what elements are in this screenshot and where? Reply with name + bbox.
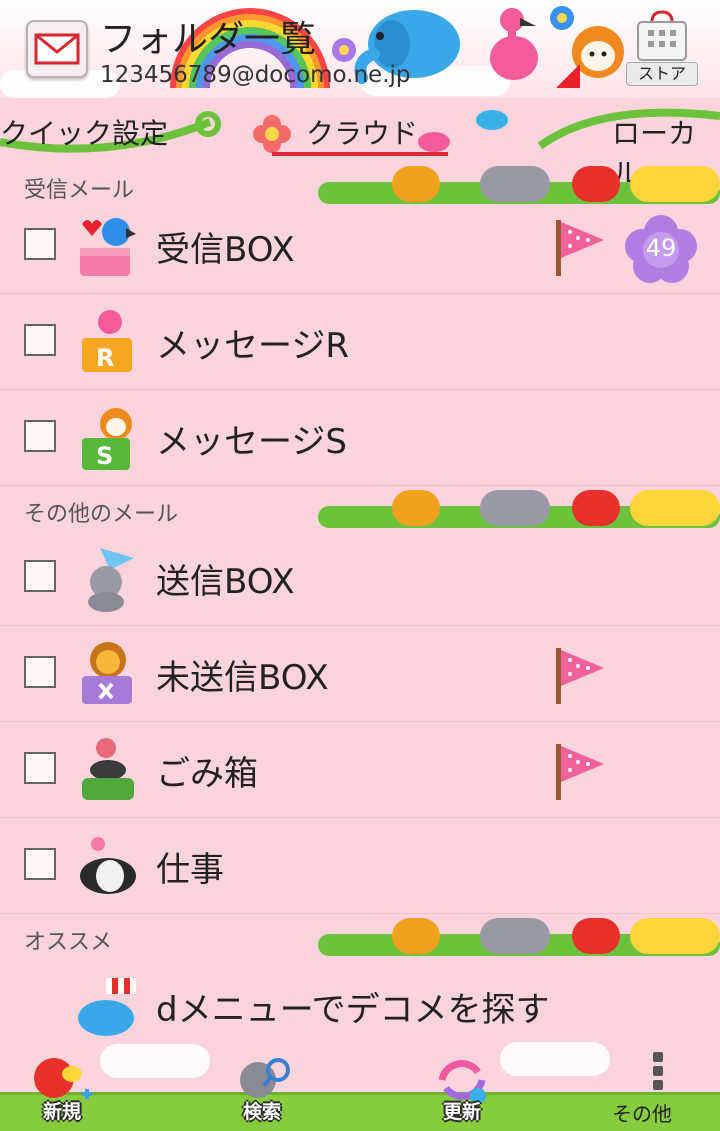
giraffe-decoration (630, 166, 720, 202)
store-label: ストア (626, 62, 698, 86)
parrot-decoration (572, 166, 620, 202)
store-button[interactable]: ストア (626, 10, 698, 86)
folder-checkbox[interactable] (24, 228, 56, 260)
envelope-icon (34, 33, 80, 65)
section-header-recommend: オススメ (0, 916, 720, 958)
elephant-shop-icon (78, 978, 136, 1036)
corner-indicator (556, 64, 580, 88)
folder-label: 受信BOX (156, 230, 295, 270)
section-label: その他のメール (24, 502, 179, 527)
folder-checkbox[interactable] (24, 420, 56, 452)
flag-icon[interactable] (548, 740, 608, 802)
lion-decoration (392, 490, 440, 526)
giraffe-decoration (630, 918, 720, 954)
cloud-decoration (100, 1044, 210, 1078)
parrot-decoration (572, 918, 620, 954)
raccoon-plane-icon (88, 548, 134, 612)
unread-count: 49 (645, 234, 677, 262)
svg-text:R: R (96, 344, 114, 372)
raccoon-decoration (480, 918, 550, 954)
cloud-decoration (500, 1042, 610, 1076)
raccoon-decoration (480, 490, 550, 526)
flag-icon[interactable] (548, 216, 608, 278)
new-label: 新規 (42, 1101, 81, 1123)
folder-row-sent[interactable]: 送信BOX (0, 530, 720, 626)
flower-decoration (550, 6, 574, 30)
account-address: 123456789@docomo.ne.jp (100, 62, 411, 88)
section-label: オススメ (24, 930, 113, 955)
flower-decoration (332, 38, 356, 62)
search-button[interactable]: 検索 (212, 1050, 312, 1130)
folder-checkbox[interactable] (24, 560, 56, 592)
folder-row-message-s[interactable]: S メッセージS (0, 390, 720, 486)
overflow-menu-icon[interactable] (652, 1052, 664, 1092)
app-header: フォルダ一覧 123456789@docomo.ne.jp ストア (0, 0, 720, 98)
mail-button[interactable] (26, 20, 88, 78)
monkey-s-icon: S (82, 408, 132, 470)
lion-box-icon (82, 642, 132, 704)
other-menu-label[interactable]: その他 (612, 1098, 672, 1127)
folder-row-unsent[interactable]: 未送信BOX (0, 626, 720, 722)
tab-quick-settings[interactable]: クイック設定 (0, 112, 168, 152)
shopping-bag-icon (637, 10, 687, 61)
giraffe-decoration (630, 490, 720, 526)
active-tab-indicator (272, 152, 448, 156)
folder-row-trash[interactable]: ごみ箱 (0, 722, 720, 818)
folder-label: 未送信BOX (156, 658, 329, 698)
raccoon-decoration (480, 166, 550, 202)
folder-row-work[interactable]: 仕事 (0, 818, 720, 914)
folder-label: 仕事 (156, 850, 224, 890)
section-header-other: その他のメール (0, 488, 720, 530)
unread-badge: 49 (622, 214, 700, 284)
flamingo-decoration (490, 8, 538, 80)
folder-label: メッセージR (156, 326, 349, 366)
flamingo-r-icon: R (82, 310, 132, 372)
folder-label: メッセージS (156, 422, 347, 462)
new-button[interactable]: 新規 (12, 1050, 112, 1130)
parrot-decoration (572, 490, 620, 526)
refresh-label: 更新 (442, 1101, 481, 1123)
vulture-trash-icon (82, 738, 134, 800)
folder-checkbox[interactable] (24, 656, 56, 688)
lion-decoration (392, 166, 440, 202)
svg-text:S: S (96, 442, 113, 470)
page-title: フォルダ一覧 (100, 19, 317, 60)
parrot-gift-icon (80, 218, 136, 276)
tab-cloud[interactable]: クラウド (306, 112, 418, 152)
folder-row-inbox[interactable]: 受信BOX 49 (0, 198, 720, 294)
search-label: 検索 (242, 1101, 281, 1123)
recommend-label: dメニューでデコメを探す (156, 990, 550, 1030)
folder-checkbox[interactable] (24, 752, 56, 784)
folder-row-message-r[interactable]: R メッセージR (0, 294, 720, 390)
flag-icon[interactable] (548, 644, 608, 706)
folder-label: ごみ箱 (156, 754, 258, 794)
refresh-button[interactable]: 更新 (412, 1050, 512, 1130)
lion-decoration (392, 918, 440, 954)
tapir-icon (80, 837, 136, 894)
folder-checkbox[interactable] (24, 848, 56, 880)
birds-decoration (418, 110, 508, 152)
folder-checkbox[interactable] (24, 324, 56, 356)
folder-label: 送信BOX (156, 562, 295, 602)
flower-icon (253, 115, 291, 153)
